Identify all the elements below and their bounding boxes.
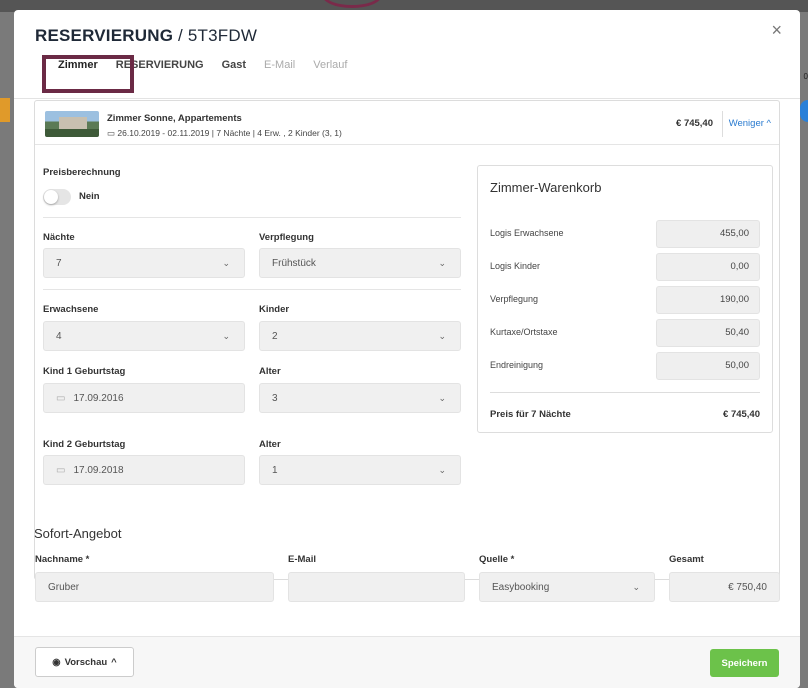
price-calc-label: Preisberechnung — [43, 167, 121, 178]
preview-label: Vorschau — [64, 656, 108, 668]
cart-row-label: Logis Erwachsene — [490, 228, 564, 238]
lastname-value: Gruber — [48, 581, 80, 593]
reservation-modal: RESERVIERUNG / 5T3FDW × Zimmer RESERVIER… — [14, 10, 800, 688]
cart-row-label: Verpflegung — [490, 294, 539, 304]
child1-birthday-input[interactable]: ▭ 17.09.2016 — [43, 383, 245, 413]
cart-row-label: Endreinigung — [490, 360, 544, 370]
calendar-icon: ▭ — [56, 392, 66, 404]
adults-value: 4 — [56, 330, 62, 342]
adults-select[interactable]: 4 ⌄ — [43, 321, 245, 351]
cart-row-value: 0,00 — [656, 253, 760, 281]
chevron-down-icon: ⌄ — [222, 331, 230, 341]
cart-total-label: Preis für 7 Nächte — [490, 409, 571, 420]
cart-row-label: Kurtaxe/Ortstaxe — [490, 327, 558, 337]
room-name: Zimmer Sonne, Appartements — [107, 113, 242, 124]
cart-row-value: 50,40 — [656, 319, 760, 347]
cart-divider — [490, 392, 760, 393]
source-value: Easybooking — [492, 581, 550, 593]
cart-row-label: Logis Kinder — [490, 261, 541, 271]
child2-age-label: Alter — [259, 439, 281, 450]
backdrop-right-tab — [800, 100, 808, 122]
board-label: Verpflegung — [259, 232, 314, 243]
cart-total-value: € 745,40 — [723, 409, 760, 420]
price-calc-toggle[interactable] — [43, 189, 71, 205]
chevron-down-icon: ⌄ — [438, 465, 446, 475]
room-details: ▭ 26.10.2019 - 02.11.2019 | 7 Nächte | 4… — [107, 128, 342, 139]
tab-verlauf[interactable]: Verlauf — [313, 59, 347, 71]
child2-birthday-value: 17.09.2018 — [73, 464, 124, 476]
chevron-down-icon: ⌄ — [438, 393, 446, 403]
offer-total-value: € 750,40 — [728, 581, 767, 593]
nights-select[interactable]: 7 ⌄ — [43, 248, 245, 278]
calendar-icon: ▭ — [107, 128, 118, 138]
child2-birthday-label: Kind 2 Geburtstag — [43, 439, 126, 450]
room-header-separator — [722, 111, 723, 137]
lastname-input[interactable]: Gruber — [35, 572, 274, 602]
chevron-up-icon: ^ — [111, 656, 117, 668]
child1-age-label: Alter — [259, 366, 281, 377]
children-value: 2 — [272, 330, 278, 342]
price-calc-value: Nein — [79, 191, 100, 202]
adults-label: Erwachsene — [43, 304, 99, 315]
room-details-text: 26.10.2019 - 02.11.2019 | 7 Nächte | 4 E… — [117, 128, 342, 138]
children-select[interactable]: 2 ⌄ — [259, 321, 461, 351]
backdrop-right-text: 0 — [803, 72, 808, 81]
chevron-down-icon: ⌄ — [438, 258, 446, 268]
child1-age-value: 3 — [272, 392, 278, 404]
offer-total-field: € 750,40 — [669, 572, 780, 602]
title-code: 5T3FDW — [187, 26, 258, 45]
backdrop-left-tab — [0, 98, 10, 122]
close-icon[interactable]: × — [771, 20, 782, 41]
less-label: Weniger — [728, 118, 764, 129]
chevron-down-icon: ⌄ — [438, 331, 446, 341]
child1-birthday-label: Kind 1 Geburtstag — [43, 366, 126, 377]
active-tab-highlight — [42, 55, 134, 93]
tab-email[interactable]: E-Mail — [264, 59, 295, 71]
email-label: E-Mail — [288, 554, 316, 565]
child1-age-select[interactable]: 3 ⌄ — [259, 383, 461, 413]
child1-birthday-value: 17.09.2016 — [73, 392, 124, 404]
header-divider — [14, 98, 800, 99]
email-input[interactable] — [288, 572, 465, 602]
chevron-up-icon: ^ — [766, 118, 771, 129]
board-value: Frühstück — [272, 257, 316, 269]
source-label: Quelle * — [479, 554, 515, 565]
eye-icon: ◉ — [52, 656, 61, 668]
nights-value: 7 — [56, 257, 62, 269]
save-button[interactable]: Speichern — [710, 649, 779, 677]
chevron-down-icon: ⌄ — [632, 582, 640, 592]
cart-title: Zimmer-Warenkorb — [490, 180, 602, 195]
modal-header: RESERVIERUNG / 5T3FDW × Zimmer RESERVIER… — [14, 10, 800, 93]
source-select[interactable]: Easybooking ⌄ — [479, 572, 655, 602]
offer-total-label: Gesamt — [669, 554, 704, 565]
board-select[interactable]: Frühstück ⌄ — [259, 248, 461, 278]
room-cart: Zimmer-Warenkorb Logis Erwachsene 455,00… — [477, 165, 773, 433]
room-panel: Zimmer Sonne, Appartements ▭ 26.10.2019 … — [34, 100, 780, 580]
form-divider — [43, 217, 461, 218]
cart-row-value: 50,00 — [656, 352, 760, 380]
tab-gast[interactable]: Gast — [222, 59, 246, 71]
children-label: Kinder — [259, 304, 290, 315]
child2-age-select[interactable]: 1 ⌄ — [259, 455, 461, 485]
calendar-icon: ▭ — [56, 464, 66, 476]
offer-title: Sofort-Angebot — [34, 526, 122, 541]
chevron-down-icon: ⌄ — [222, 258, 230, 268]
title-prefix: RESERVIERUNG — [35, 26, 174, 45]
room-header: Zimmer Sonne, Appartements ▭ 26.10.2019 … — [35, 101, 779, 145]
lastname-label: Nachname * — [35, 554, 90, 565]
child2-birthday-input[interactable]: ▭ 17.09.2018 — [43, 455, 245, 485]
form-divider — [43, 289, 461, 290]
title-separator: / — [173, 26, 188, 45]
room-thumbnail — [45, 111, 99, 137]
cart-row-value: 455,00 — [656, 220, 760, 248]
less-button[interactable]: Weniger ^ — [729, 118, 771, 129]
nights-label: Nächte — [43, 232, 75, 243]
child2-age-value: 1 — [272, 464, 278, 476]
cart-row-value: 190,00 — [656, 286, 760, 314]
modal-title: RESERVIERUNG / 5T3FDW — [35, 26, 257, 46]
room-price: € 745,40 — [676, 118, 713, 129]
preview-button[interactable]: ◉ Vorschau ^ — [35, 647, 134, 677]
